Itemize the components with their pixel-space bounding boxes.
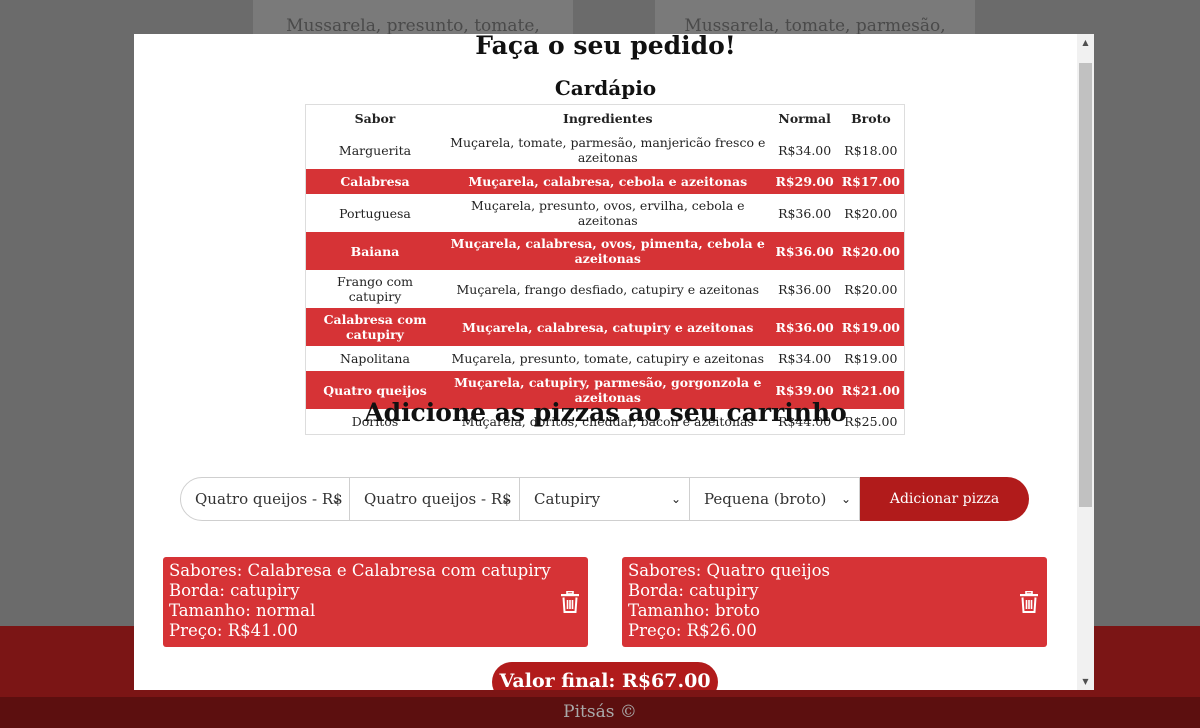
order-modal-content: Faça o seu pedido! Cardápio Sabor Ingred… (134, 34, 1077, 690)
menu-cell-flavor: Marguerita (338, 142, 412, 158)
menu-row: Calabresa com catupiry Muçarela, calabre… (305, 308, 905, 346)
cart-item: Sabores: Quatro queijos Borda: catupiry … (622, 557, 1047, 647)
menu-cell-normal-price: R$36.00 (778, 281, 832, 297)
menu-row: Calabresa Muçarela, calabresa, cebola e … (305, 169, 905, 194)
cart-item-flavors: Sabores: Quatro queijos (628, 561, 830, 580)
menu-row: Portuguesa Muçarela, presunto, ovos, erv… (306, 194, 905, 232)
column-header-normal: Normal (778, 110, 831, 126)
menu-cell-normal-price: R$36.00 (778, 205, 832, 221)
scrollbar-thumb[interactable] (1079, 63, 1092, 507)
menu-cell-flavor: Portuguesa (339, 205, 411, 221)
background-card-text: Mussarela, tomate, parmesão, (684, 16, 946, 36)
menu-cell-broto-price: R$20.00 (837, 232, 905, 270)
size-select[interactable]: Pequena (broto) ⌄ (690, 477, 860, 521)
menu-cell-broto-price: R$19.00 (844, 351, 898, 366)
menu-cell-broto-price: R$19.00 (837, 308, 905, 346)
menu-table-header: Sabor Ingredientes Normal Broto (306, 105, 905, 132)
chevron-down-icon: ⌄ (500, 492, 511, 506)
menu-cell-normal-price: R$34.00 (778, 351, 832, 366)
menu-cell-broto-price: R$17.00 (837, 169, 905, 194)
cart-title: Adicione as pizzas ao seu carrinho (364, 398, 847, 427)
menu-cell-broto-price: R$20.00 (844, 281, 898, 297)
modal-scrollbar[interactable]: ▲ ▼ (1077, 34, 1094, 690)
cart-item-size: Tamanho: normal (169, 601, 316, 620)
cart-item-price: Preço: R$41.00 (169, 621, 298, 640)
menu-cell-ingredients: Muçarela, calabresa, ovos, pimenta, cebo… (444, 232, 772, 270)
menu-cell-flavor: Calabresa (305, 169, 444, 194)
crust-select[interactable]: Catupiry ⌄ (520, 477, 690, 521)
flavor2-select[interactable]: Quatro queijos - R$ ⌄ (350, 477, 520, 521)
menu-cell-ingredients: Muçarela, calabresa, cebola e azeitonas (444, 169, 772, 194)
menu-cell-ingredients: Muçarela, calabresa, catupiry e azeitona… (444, 308, 772, 346)
column-header-flavor: Sabor (354, 110, 396, 126)
cart-item-flavors: Sabores: Calabresa e Calabresa com catup… (169, 561, 551, 580)
menu-cell-flavor: Napolitana (340, 351, 410, 366)
order-modal: Faça o seu pedido! Cardápio Sabor Ingred… (134, 34, 1094, 690)
menu-row: Frango com catupiry Muçarela, frango des… (306, 270, 905, 308)
size-select-value: Pequena (broto) (704, 490, 827, 508)
menu-cell-flavor: Calabresa com catupiry (305, 308, 444, 346)
menu-cell-ingredients: Muçarela, tomate, parmesão, manjericão f… (450, 135, 766, 165)
modal-title: Faça o seu pedido! (475, 34, 736, 60)
flavor2-select-value: Quatro queijos - R$ (364, 490, 512, 508)
cart-item-size: Tamanho: broto (628, 601, 760, 620)
flavor1-select-value: Quatro queijos - R$ (195, 490, 343, 508)
menu-cell-flavor: Baiana (305, 232, 444, 270)
crust-select-value: Catupiry (534, 490, 601, 508)
menu-cell-normal-price: R$29.00 (771, 169, 838, 194)
cart-item-price: Preço: R$26.00 (628, 621, 757, 640)
menu-cell-ingredients: Muçarela, presunto, ovos, ervilha, cebol… (470, 198, 745, 228)
menu-cell-broto-price: R$18.00 (844, 142, 898, 158)
chevron-down-icon: ⌄ (670, 492, 681, 506)
menu-row: Marguerita Muçarela, tomate, parmesão, m… (306, 131, 905, 169)
menu-row: Napolitana Muçarela, presunto, tomate, c… (306, 346, 905, 371)
page-footer: Pitsás © (0, 697, 1200, 728)
menu-cell-flavor: Frango com catupiry (336, 274, 414, 304)
chevron-down-icon: ⌄ (330, 492, 341, 506)
total-price-badge: Valor final: R$67.00 (492, 662, 718, 690)
scroll-down-arrow-icon[interactable]: ▼ (1077, 673, 1094, 690)
menu-cell-ingredients: Muçarela, frango desfiado, catupiry e az… (456, 281, 760, 297)
menu-table: Sabor Ingredientes Normal Broto Margueri… (305, 104, 905, 435)
chevron-down-icon: ⌄ (840, 492, 851, 506)
menu-cell-broto-price: R$20.00 (844, 205, 898, 221)
menu-title: Cardápio (554, 76, 657, 100)
trash-icon[interactable] (1019, 591, 1039, 613)
trash-icon[interactable] (560, 591, 580, 613)
flavor1-select[interactable]: Quatro queijos - R$ ⌄ (180, 477, 350, 521)
menu-cell-normal-price: R$36.00 (771, 308, 838, 346)
add-pizza-button[interactable]: Adicionar pizza (860, 477, 1029, 521)
column-header-broto: Broto (851, 110, 891, 126)
menu-cell-normal-price: R$34.00 (778, 142, 832, 158)
scroll-up-arrow-icon[interactable]: ▲ (1077, 34, 1094, 51)
cart-item-crust: Borda: catupiry (169, 581, 300, 600)
cart-item-crust: Borda: catupiry (628, 581, 759, 600)
menu-cell-ingredients: Muçarela, presunto, tomate, catupiry e a… (451, 351, 765, 366)
add-pizza-form: Quatro queijos - R$ ⌄ Quatro queijos - R… (180, 477, 1029, 521)
menu-cell-normal-price: R$36.00 (771, 232, 838, 270)
column-header-ingredients: Ingredientes (563, 110, 653, 126)
menu-row: Baiana Muçarela, calabresa, ovos, piment… (305, 232, 905, 270)
cart-item: Sabores: Calabresa e Calabresa com catup… (163, 557, 588, 647)
